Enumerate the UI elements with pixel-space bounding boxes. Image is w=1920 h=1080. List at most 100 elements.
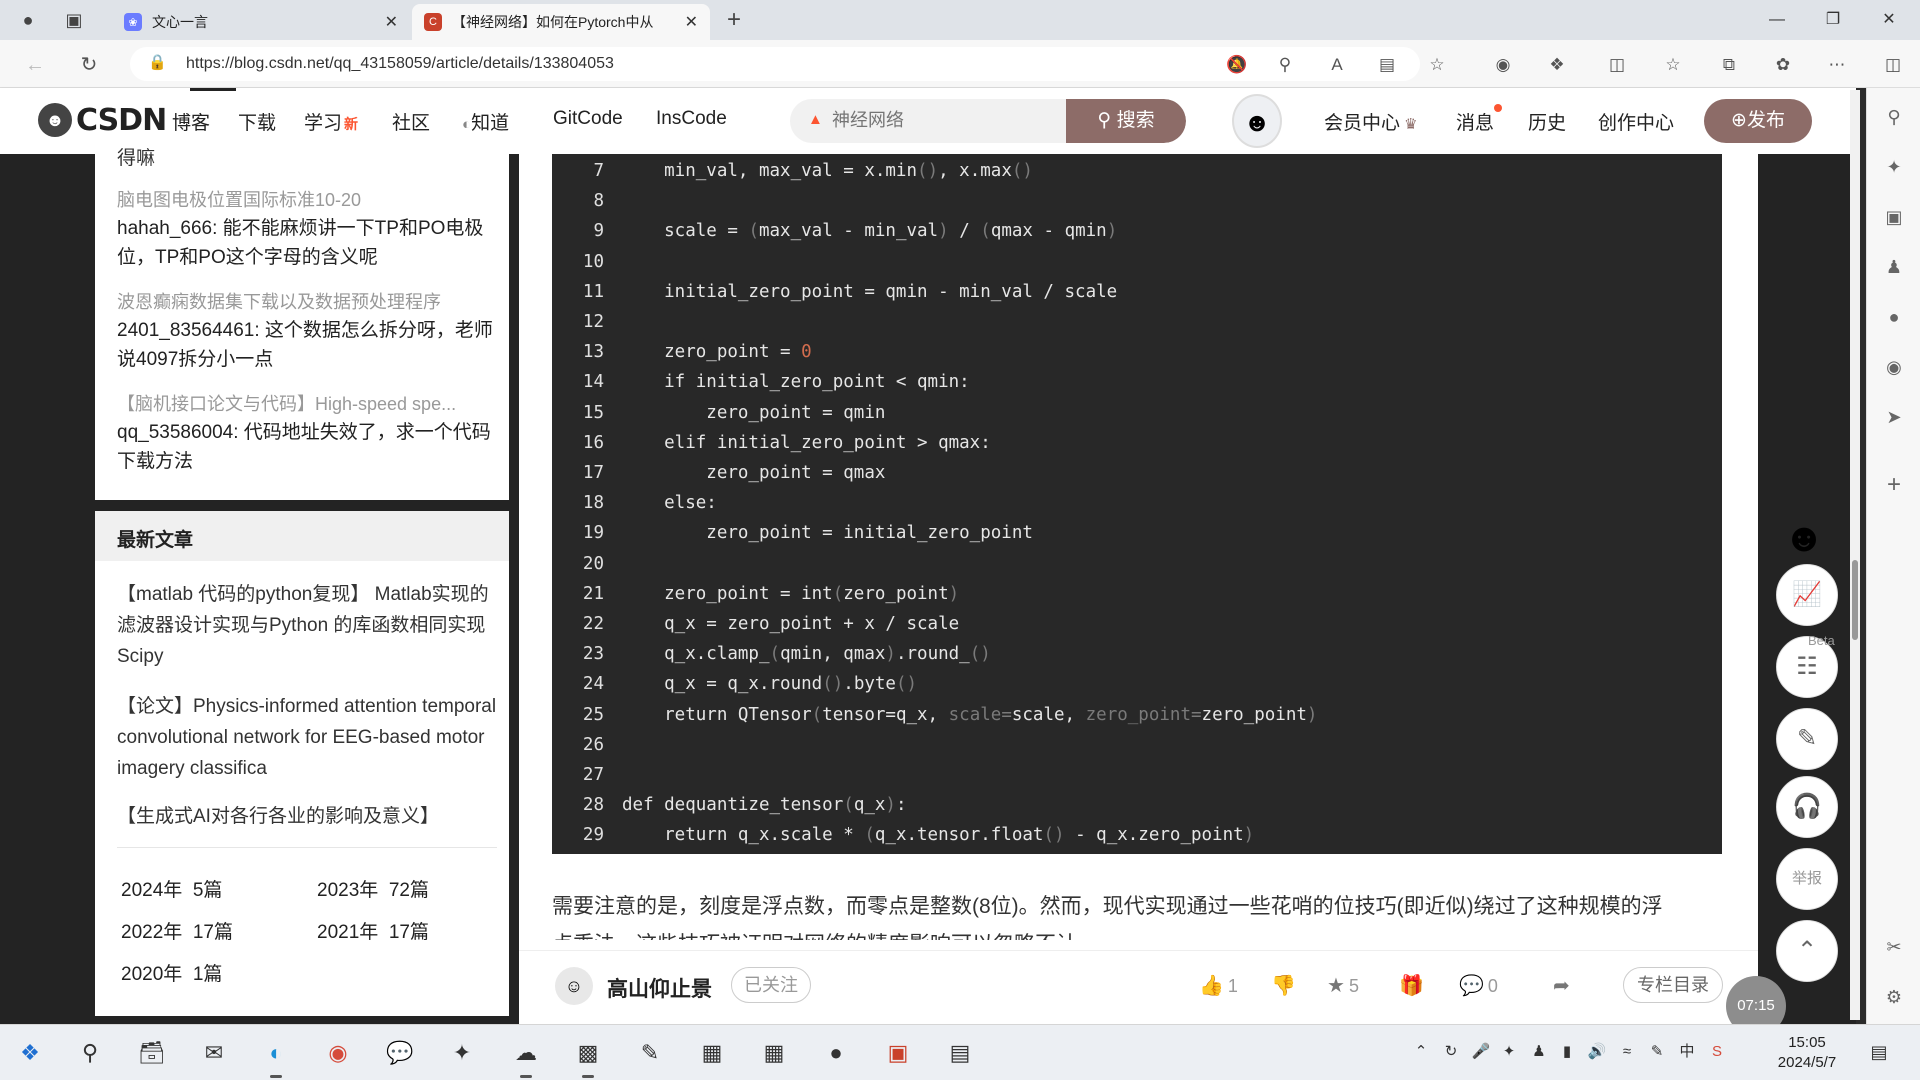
favorite-star-icon[interactable]: ☆ <box>1424 52 1450 78</box>
read-aloud-icon[interactable]: A <box>1324 52 1350 78</box>
extensions-puzzle-icon[interactable]: ❖ <box>1544 52 1570 78</box>
edit-note-icon[interactable]: ✎ <box>1776 708 1838 770</box>
sidebar-toggle-icon[interactable]: ◫ <box>1880 52 1906 78</box>
windows-start-icon[interactable]: ❖ <box>14 1037 46 1069</box>
chrome-icon[interactable]: ◉ <box>322 1037 354 1069</box>
notifications-off-icon[interactable]: 🔕 <box>1224 52 1250 78</box>
close-window-icon[interactable]: ✕ <box>1866 6 1912 34</box>
nav-gitcode[interactable]: GitCode <box>553 108 623 130</box>
archive-2021[interactable]: 2021年 17篇 <box>317 917 429 944</box>
back-to-top-icon[interactable]: ⌃ <box>1776 920 1838 982</box>
nav-download[interactable]: 下载 <box>238 108 276 135</box>
page-scrollbar[interactable] <box>1850 90 1860 1020</box>
pen-icon[interactable]: ✎ <box>1646 1041 1668 1063</box>
recent-article-link[interactable]: 【matlab 代码的python复现】 Matlab实现的滤波器设计实现与Py… <box>117 579 497 672</box>
author-avatar[interactable]: ☺ <box>555 967 593 1005</box>
more-menu-icon[interactable]: ⋯ <box>1824 52 1850 78</box>
user-avatar[interactable]: ☻ <box>1232 94 1282 148</box>
nav-community[interactable]: 社区 <box>392 108 430 135</box>
archive-2020[interactable]: 2020年 1篇 <box>121 959 222 986</box>
edge-browser-icon[interactable]: ◐ <box>260 1037 292 1078</box>
favorite-button[interactable]: ★ 5 <box>1327 973 1359 998</box>
search-button[interactable]: ⚲ 搜索 <box>1066 99 1186 143</box>
headset-support-icon[interactable]: 🎧 <box>1776 776 1838 838</box>
dislike-button[interactable]: 👎 <box>1271 973 1296 998</box>
tray-overflow-icon[interactable]: ⌃ <box>1410 1041 1432 1063</box>
recorder-icon[interactable]: ▤ <box>944 1037 976 1069</box>
like-button[interactable]: 👍 1 <box>1199 973 1238 998</box>
cloud-app-icon[interactable]: ☁ <box>510 1037 542 1078</box>
collections-icon[interactable]: ⧉ <box>1716 52 1742 78</box>
taskbar-search-icon[interactable]: ⚲ <box>74 1037 106 1069</box>
csdn-logo[interactable]: ☻ CSDN <box>38 102 167 138</box>
publish-button[interactable]: ⊕发布 <box>1704 99 1812 143</box>
nav-history[interactable]: 历史 <box>1528 108 1566 135</box>
favorites-icon[interactable]: ☆ <box>1660 52 1686 78</box>
sidebar-toolbox-icon[interactable]: ▣ <box>1881 204 1907 230</box>
tab-actions-icon[interactable]: ▣ <box>62 8 86 32</box>
back-icon[interactable]: ← <box>22 52 48 78</box>
sidebar-settings-icon[interactable]: ⚙ <box>1881 984 1907 1010</box>
nav-messages[interactable]: 消息 <box>1456 108 1494 135</box>
scrollbar-thumb[interactable] <box>1852 560 1858 640</box>
nav-inscode[interactable]: InsCode <box>656 108 727 130</box>
nav-vip-center[interactable]: 会员中心 ♛ <box>1324 108 1418 135</box>
system-clock[interactable]: 15:05 2024/5/7 <box>1772 1033 1842 1073</box>
calculator-icon[interactable]: ▦ <box>696 1037 728 1069</box>
presentation-icon[interactable]: ▣ <box>882 1037 914 1069</box>
sidebar-send-icon[interactable]: ➤ <box>1881 404 1907 430</box>
volume-icon[interactable]: 🔊 <box>1586 1041 1608 1063</box>
wifi-icon[interactable]: ≈ <box>1616 1041 1638 1063</box>
copilot-icon[interactable]: ✿ <box>1770 52 1796 78</box>
mail-icon[interactable]: ✉ <box>198 1037 230 1069</box>
refresh-icon[interactable]: ↻ <box>76 52 102 78</box>
column-toc-button[interactable]: 专栏目录 <box>1623 967 1723 1003</box>
recent-article-link[interactable]: 【生成式AI对各行各业的影响及意义】 <box>117 801 497 832</box>
nav-learn[interactable]: 学习新 <box>304 108 358 135</box>
archive-2024[interactable]: 2024年 5篇 <box>121 875 222 902</box>
sidebar-screenshot-icon[interactable]: ✂ <box>1881 934 1907 960</box>
comment-source-link[interactable]: 【脑机接口论文与代码】High-speed spe... <box>117 390 493 416</box>
sidebar-search-icon[interactable]: ⚲ <box>1881 104 1907 130</box>
reward-button[interactable]: 🎁 <box>1399 973 1424 998</box>
sidebar-office-icon[interactable]: ◉ <box>1881 354 1907 380</box>
input-method-icon[interactable]: S <box>1706 1041 1728 1063</box>
split-screen-icon[interactable]: ◫ <box>1604 52 1630 78</box>
tray-qq-icon[interactable]: ♟ <box>1528 1041 1550 1063</box>
nav-creator-center[interactable]: 创作中心 <box>1598 108 1674 135</box>
minimize-icon[interactable]: — <box>1754 6 1800 34</box>
zoom-icon[interactable]: ⚲ <box>1272 52 1298 78</box>
archive-2023[interactable]: 2023年 72篇 <box>317 875 429 902</box>
author-name[interactable]: 高山仰止景 <box>607 973 712 1003</box>
tray-sync-icon[interactable]: ↻ <box>1440 1041 1462 1063</box>
sidebar-people-icon[interactable]: ♟ <box>1881 254 1907 280</box>
restore-icon[interactable]: ❐ <box>1810 6 1856 34</box>
archive-2022[interactable]: 2022年 17篇 <box>121 917 233 944</box>
pycharm-icon[interactable]: ▩ <box>572 1037 604 1078</box>
close-tab-icon[interactable]: ✕ <box>385 12 398 32</box>
comment-source-link[interactable]: 脑电图电极位置国际标准10-20 <box>117 186 493 212</box>
tab-wenxin[interactable]: ❀ 文心一言 ✕ <box>112 4 410 40</box>
notification-center-icon[interactable]: ▤ <box>1868 1041 1890 1063</box>
trend-icon[interactable]: 📈 <box>1776 564 1838 626</box>
profile-icon[interactable]: ● <box>16 8 40 32</box>
extension-icon[interactable]: ◉ <box>1490 52 1516 78</box>
sidebar-tag-icon[interactable]: ✦ <box>1881 154 1907 180</box>
sidebar-games-icon[interactable]: ● <box>1881 304 1907 330</box>
ime-indicator[interactable]: 中 <box>1676 1041 1698 1063</box>
nav-blog[interactable]: 博客 <box>172 108 210 135</box>
file-manager-icon[interactable]: 🗃 <box>136 1037 168 1069</box>
app-icon[interactable]: ● <box>820 1037 852 1069</box>
battery-icon[interactable]: ▮ <box>1556 1041 1578 1063</box>
comment-source-link[interactable]: 波恩癫痫数据集下载以及数据预处理程序 <box>117 288 493 314</box>
tab-article[interactable]: C 【神经网络】如何在Pytorch中从 ✕ <box>412 4 710 40</box>
comment-button[interactable]: 💬 0 <box>1459 973 1498 998</box>
search-input[interactable] <box>832 110 1052 131</box>
follow-button[interactable]: 已关注 <box>731 967 811 1003</box>
sidebar-add-icon[interactable]: + <box>1881 472 1907 498</box>
typora-icon[interactable]: ✎ <box>634 1037 666 1069</box>
reader-mode-icon[interactable]: ▤ <box>1374 52 1400 78</box>
recent-article-link[interactable]: 【论文】Physics-informed attention temporal … <box>117 691 497 784</box>
wechat-icon[interactable]: 💬 <box>384 1037 416 1069</box>
assistant-mascot-icon[interactable]: ☻ <box>1768 508 1840 568</box>
